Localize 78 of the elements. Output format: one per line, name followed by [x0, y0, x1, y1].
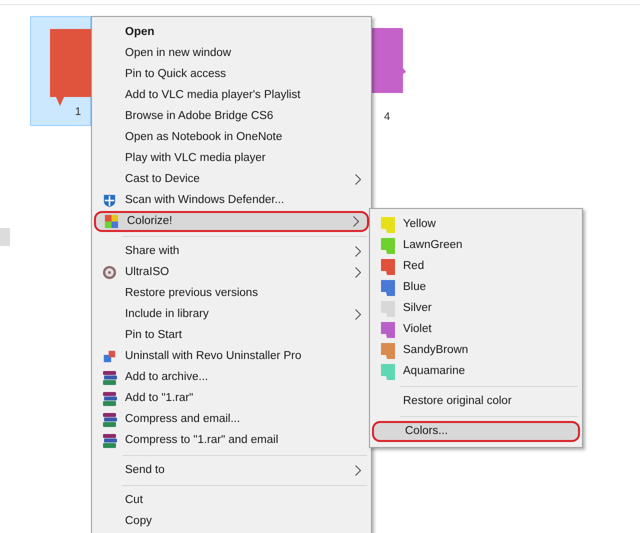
menu-item[interactable]: Silver — [372, 298, 580, 319]
menu-item-label: Restore original color — [403, 394, 513, 409]
menu-item[interactable]: Pin to Start — [94, 325, 369, 346]
shield-icon — [102, 193, 117, 208]
menu-item-label: Include in library — [125, 306, 210, 322]
folder-label: 1 — [75, 105, 82, 120]
menu-item[interactable]: Scan with Windows Defender... — [94, 190, 369, 211]
menu-item[interactable]: Restore original color — [372, 391, 580, 412]
menu-item-label: Pin to Quick access — [125, 66, 227, 82]
menu-item[interactable]: UltraISO — [94, 262, 369, 283]
menu-item-label: Pin to Start — [125, 328, 183, 343]
menu-item-label: Open — [125, 24, 156, 40]
menu-item-label: Cast to Device — [125, 172, 201, 187]
menu-item-label: Violet — [403, 322, 433, 337]
menu-item[interactable]: LawnGreen — [372, 235, 580, 256]
menu-item[interactable]: Open — [94, 22, 369, 43]
menu-item[interactable]: Open in new window — [94, 43, 369, 64]
menu-item[interactable]: Share with — [94, 241, 369, 262]
menu-item[interactable]: Yellow — [372, 214, 580, 235]
disc-icon — [102, 265, 117, 280]
menu-item-label: Silver — [403, 300, 433, 316]
menu-item[interactable]: Uninstall with Revo Uninstaller Pro — [94, 346, 369, 367]
menu-item[interactable]: Add to "1.rar" — [94, 388, 369, 409]
uninstaller-icon — [103, 350, 116, 363]
archive-icon — [102, 370, 118, 386]
menu-item-label: Compress to "1.rar" and email — [125, 432, 280, 448]
menu-item[interactable]: Aquamarine — [372, 361, 580, 382]
menu-item-label: Scan with Windows Defender... — [125, 192, 286, 208]
menu-item[interactable]: Cast to Device — [94, 169, 369, 190]
archive-icon — [102, 412, 118, 428]
menu-item-label: Copy — [125, 514, 153, 529]
menu-item-label: Browse in Adobe Bridge CS6 — [125, 108, 274, 124]
menu-item[interactable]: Compress and email... — [94, 409, 369, 430]
menu-item-label: Uninstall with Revo Uninstaller Pro — [125, 348, 302, 364]
menu-item-label: Send to — [125, 462, 166, 478]
menu-item-label: Add to VLC media player's Playlist — [125, 88, 302, 103]
menu-item-label: Play with VLC media player — [125, 150, 267, 166]
menu-item[interactable]: Red — [372, 256, 580, 277]
menu-item-label: Open as Notebook in OneNote — [125, 130, 284, 145]
menu-item[interactable]: Browse in Adobe Bridge CS6 — [94, 106, 369, 127]
menu-item[interactable]: Add to VLC media player's Playlist — [94, 85, 369, 106]
menu-item-label: Add to archive... — [125, 370, 210, 385]
menu-item-label: Restore previous versions — [125, 286, 259, 301]
menu-item-label: Yellow — [403, 216, 437, 232]
folder-label: 4 — [384, 110, 390, 125]
menu-item-label: Red — [403, 258, 426, 274]
menu-item-label: Colors... — [405, 424, 449, 439]
menu-item[interactable]: Colors... — [372, 421, 580, 442]
menu-item[interactable]: Pin to Quick access — [94, 64, 369, 85]
menu-item[interactable]: Cut — [94, 490, 369, 511]
menu-item-label: SandyBrown — [403, 342, 470, 358]
menu-item-label: Blue — [403, 280, 428, 295]
menu-item-label: UltraISO — [125, 264, 170, 280]
palette-icon — [104, 214, 119, 229]
scroll-edge — [0, 228, 10, 246]
menu-item-label: Add to "1.rar" — [125, 390, 194, 406]
menu-item-label: Aquamarine — [403, 364, 466, 379]
menu-item[interactable]: Colorize! — [94, 211, 369, 232]
menu-item[interactable]: SandyBrown — [372, 340, 580, 361]
menu-item[interactable]: Send to — [94, 460, 369, 481]
menu-item[interactable]: Compress to "1.rar" and email — [94, 430, 369, 451]
menu-item[interactable]: Include in library — [94, 304, 369, 325]
menu-item-label: LawnGreen — [403, 238, 464, 253]
menu-item[interactable]: Violet — [372, 319, 580, 340]
menu-item[interactable]: Open as Notebook in OneNote — [94, 127, 369, 148]
menu-item[interactable]: Blue — [372, 277, 580, 298]
menu-item-label: Open in new window — [125, 46, 232, 61]
menu-item-label: Compress and email... — [125, 412, 242, 427]
menu-item-label: Share with — [125, 244, 180, 259]
menu-item[interactable]: Copy — [94, 511, 369, 532]
menu-item-label: Colorize! — [127, 214, 174, 229]
menu-item[interactable]: Restore previous versions — [94, 283, 369, 304]
menu-item-label: Cut — [125, 492, 144, 508]
folder-tile[interactable]: 1 — [30, 16, 91, 126]
archive-icon — [102, 390, 118, 406]
menu-item[interactable]: Play with VLC media player — [94, 148, 369, 169]
archive-icon — [102, 432, 118, 448]
menu-item[interactable]: Add to archive... — [94, 367, 369, 388]
